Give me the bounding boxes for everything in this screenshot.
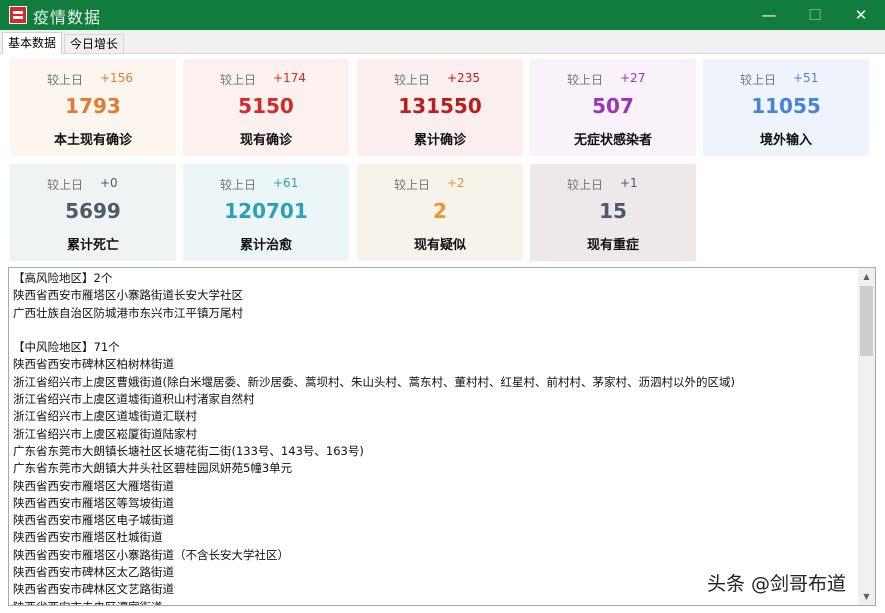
compare-label: 较上日 xyxy=(567,178,604,192)
compare-label: 较上日 xyxy=(394,178,431,192)
stat-card: 较上日 +235 131550 累计确诊 xyxy=(357,59,523,156)
maximize-button[interactable]: ☐ xyxy=(792,0,838,30)
change-value: +27 xyxy=(620,71,646,85)
tab-bar: 基本数据 今日增长 xyxy=(0,30,885,55)
stat-card: 较上日 +174 5150 现有确诊 xyxy=(183,59,349,156)
text-line: 陕西省西安市雁塔区大雁塔街道 xyxy=(13,478,174,493)
stat-name: 本土现有确诊 xyxy=(53,133,132,148)
vertical-scrollbar[interactable]: ▲ ▼ xyxy=(858,268,875,605)
stat-value: 2 xyxy=(433,199,447,223)
stat-card: 较上日 +2 2 现有疑似 xyxy=(357,164,523,261)
change-value: +174 xyxy=(273,71,306,85)
main-content: 较上日 +156 1793 本土现有确诊 较上日 +174 5150 现有确诊 较上日 +235 1… xyxy=(0,54,885,613)
scroll-thumb[interactable] xyxy=(860,286,873,356)
compare-label: 较上日 xyxy=(47,73,84,87)
change-value: +51 xyxy=(793,71,819,85)
stat-value: 120701 xyxy=(224,199,308,223)
text-line xyxy=(13,322,855,339)
scroll-down-icon[interactable]: ▼ xyxy=(858,588,875,605)
text-line: 陕西省西安市雁塔区电子城街道 xyxy=(13,513,174,528)
text-line: 浙江省绍兴市上虞区曹娥街道(除白米堰居委、新沙居委、蒿坝村、朱山头村、蒿东村、董… xyxy=(13,374,735,389)
minimize-button[interactable]: — xyxy=(746,0,792,30)
stat-card: 较上日 +51 11055 境外输入 xyxy=(703,59,869,156)
change-value: +1 xyxy=(620,176,638,190)
text-line: 陕西省西安市碑林区柏树林街道 xyxy=(13,357,174,372)
text-line: 广东省东莞市大朗镇大井头社区碧桂园凤妍苑5幢3单元 xyxy=(13,461,293,476)
stat-value: 131550 xyxy=(398,94,482,118)
risk-area-textbox[interactable]: 【高风险地区】2个陕西省西安市雁塔区小寨路街道长安大学社区 广西壮族自治区防城港市… xyxy=(8,267,876,606)
stat-name: 现有疑似 xyxy=(413,238,466,253)
stat-name: 累计死亡 xyxy=(66,238,119,253)
text-line: 陕西省西安市未央区谭家街道 xyxy=(13,599,855,605)
text-line: 浙江省绍兴市上虞区道墟街道积山村渚家自然村 xyxy=(13,392,255,407)
stat-name: 现有确诊 xyxy=(239,133,292,148)
stat-card: 较上日 +27 507 无症状感染者 xyxy=(530,59,696,156)
stat-value: 507 xyxy=(592,94,634,118)
text-line: 【高风险地区】2个 xyxy=(13,271,113,285)
text-line: 陕西省西安市雁塔区小寨路街道（不含长安大学社区） xyxy=(13,547,289,562)
compare-label: 较上日 xyxy=(47,178,84,192)
text-line: 广西壮族自治区防城港市东兴市江平镇万尾村 xyxy=(13,305,243,320)
stat-card: 较上日 +156 1793 本土现有确诊 xyxy=(10,59,176,156)
stat-value: 1793 xyxy=(65,94,121,118)
watermark: 头条 @剑哥布道 xyxy=(707,573,847,595)
compare-label: 较上日 xyxy=(394,73,431,87)
stat-card: 较上日 +1 15 现有重症 xyxy=(530,164,696,261)
stat-card: 较上日 +61 120701 累计治愈 xyxy=(183,164,349,261)
change-value: +2 xyxy=(447,176,465,190)
stat-name: 境外输入 xyxy=(759,133,812,148)
text-line: 陕西省西安市雁塔区小寨路街道长安大学社区 xyxy=(13,288,243,303)
stat-value: 5150 xyxy=(238,94,294,118)
text-line: 【中风险地区】71个 xyxy=(13,340,120,355)
change-value: +0 xyxy=(100,176,118,190)
compare-label: 较上日 xyxy=(740,73,777,87)
text-line: 陕西省西安市雁塔区等驾坡街道 xyxy=(13,495,174,510)
title-bar: 疫情数据 — ☐ ✕ xyxy=(0,0,885,30)
stat-card: 较上日 +0 5699 累计死亡 xyxy=(10,164,176,261)
app-icon xyxy=(9,6,27,24)
change-value: +235 xyxy=(447,71,480,85)
stat-name: 累计治愈 xyxy=(239,238,292,253)
stat-value: 15 xyxy=(599,199,627,223)
close-button[interactable]: ✕ xyxy=(838,0,884,30)
text-line: 浙江省绍兴市上虞区道墟街道汇联村 xyxy=(13,409,197,424)
text-line: 浙江省绍兴市上虞区崧厦街道陆家村 xyxy=(13,426,197,441)
risk-area-text: 【高风险地区】2个陕西省西安市雁塔区小寨路街道长安大学社区 广西壮族自治区防城港市… xyxy=(13,270,855,605)
tab-basic-data[interactable]: 基本数据 xyxy=(2,32,63,55)
window-title: 疫情数据 xyxy=(33,8,102,27)
scroll-up-icon[interactable]: ▲ xyxy=(858,268,875,285)
stat-name: 现有重症 xyxy=(586,238,639,253)
stat-value: 11055 xyxy=(751,94,821,118)
tab-today-growth[interactable]: 今日增长 xyxy=(64,34,125,54)
compare-label: 较上日 xyxy=(567,73,604,87)
text-line: 广东省东莞市大朗镇长塘社区长塘花街二街(133号、143号、163号) xyxy=(13,443,364,458)
change-value: +61 xyxy=(273,176,299,190)
compare-label: 较上日 xyxy=(220,178,257,192)
stat-name: 累计确诊 xyxy=(413,133,466,148)
change-value: +156 xyxy=(100,71,133,85)
compare-label: 较上日 xyxy=(220,73,257,87)
stat-value: 5699 xyxy=(65,199,121,223)
stat-name: 无症状感染者 xyxy=(573,133,652,148)
text-line: 陕西省西安市雁塔区杜城街道 xyxy=(13,530,163,545)
